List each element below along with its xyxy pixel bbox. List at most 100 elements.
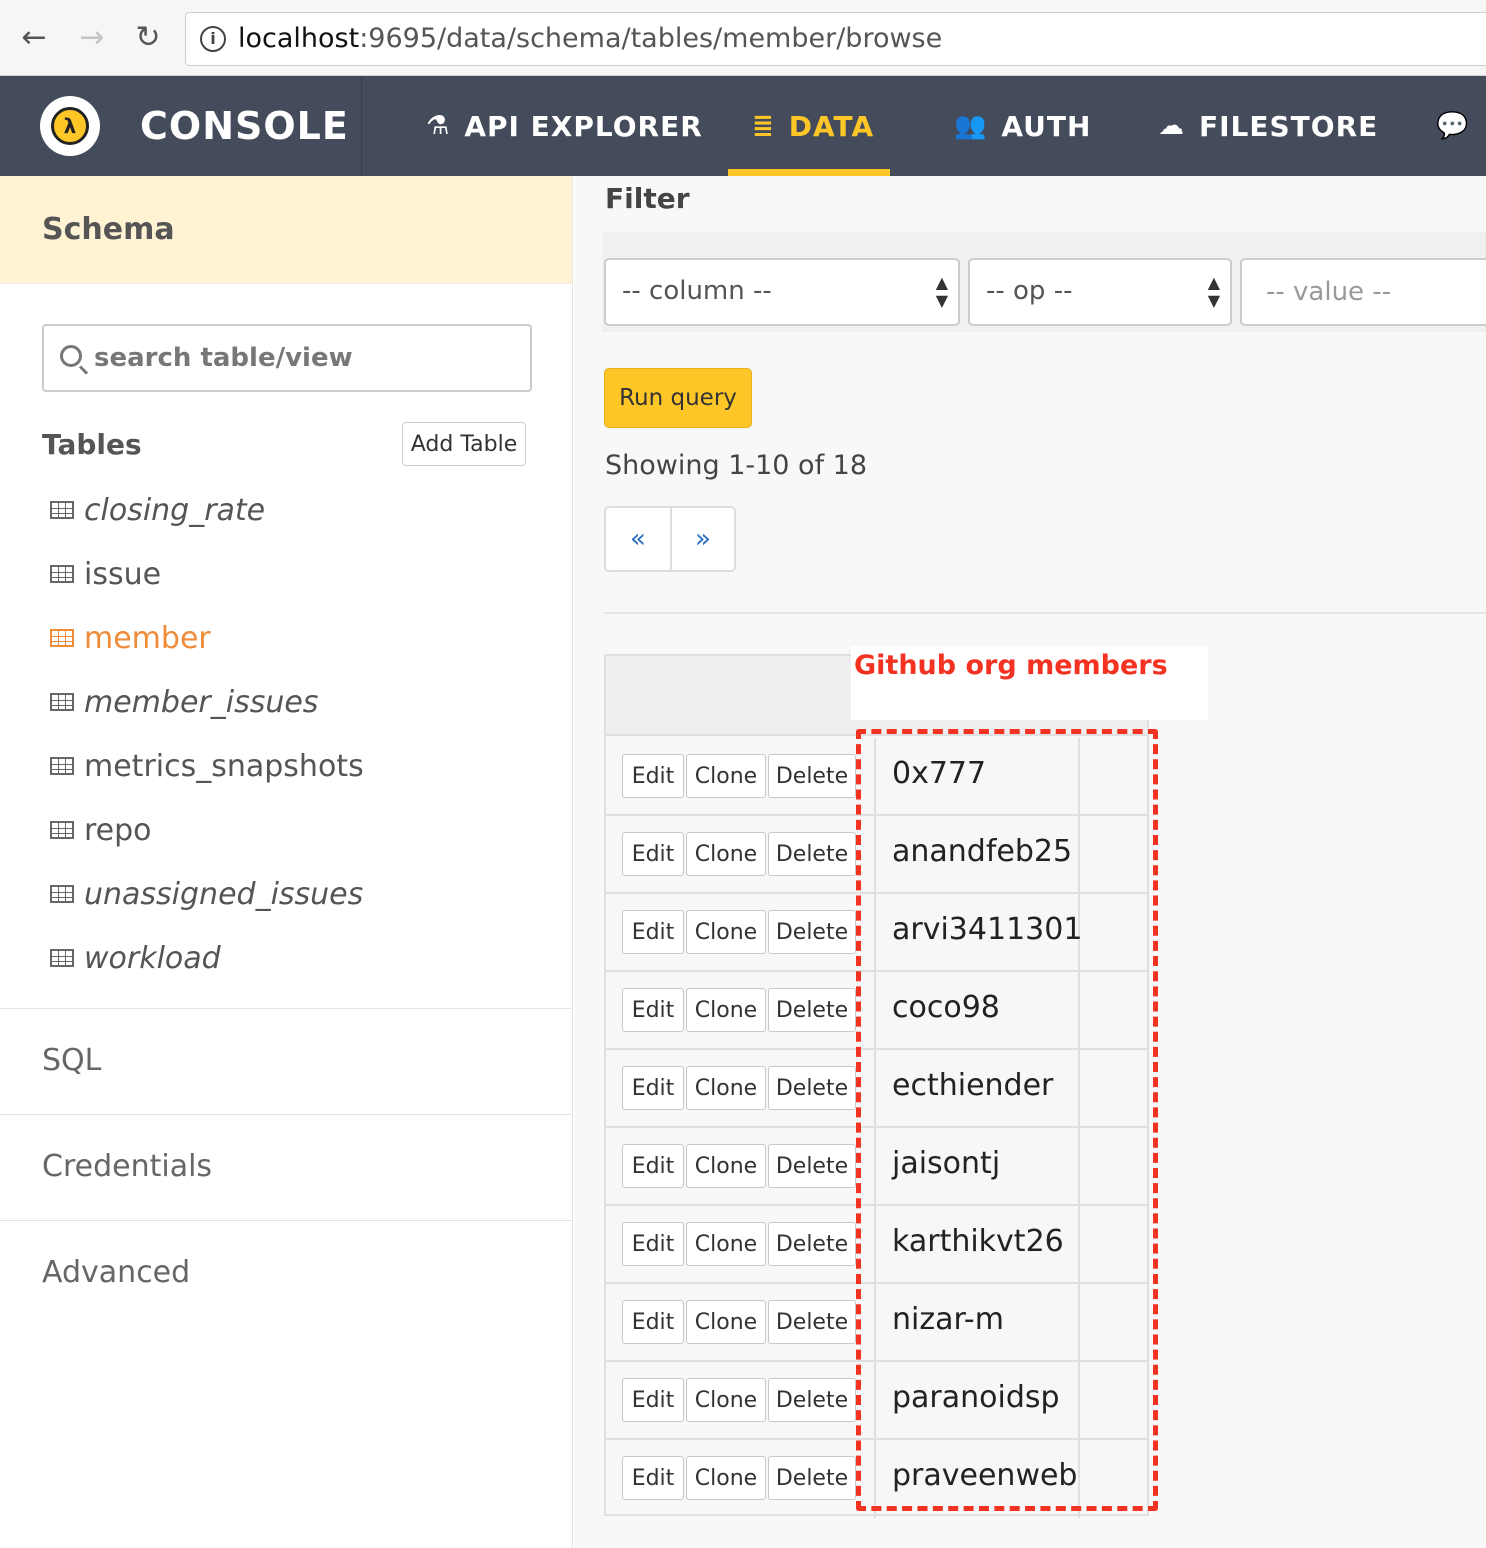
table-icon — [50, 757, 74, 775]
schema-title: Schema — [42, 212, 175, 247]
hasura-logo-icon: λ — [40, 96, 100, 156]
url-text[interactable]: localhost:9695/data/schema/tables/member… — [238, 23, 942, 54]
tables-heading: Tables — [42, 428, 142, 461]
nav-label: AUTH — [1001, 109, 1092, 143]
clone-button[interactable]: Clone — [686, 1456, 766, 1500]
edit-button[interactable]: Edit — [622, 1222, 684, 1266]
clone-button[interactable]: Clone — [686, 1222, 766, 1266]
url-host: localhost — [238, 23, 360, 54]
active-nav-underline — [728, 169, 890, 176]
nav-label: FILESTORE — [1199, 109, 1379, 143]
table-item-workload[interactable]: workload — [50, 936, 221, 980]
nav-api-explorer[interactable]: ⚗ API EXPLORER — [426, 76, 703, 176]
edit-button[interactable]: Edit — [622, 1300, 684, 1344]
op-select[interactable]: -- op -- ▲ ▼ — [968, 258, 1232, 326]
clone-button[interactable]: Clone — [686, 832, 766, 876]
table-name: member — [84, 620, 211, 656]
info-icon[interactable]: i — [200, 26, 226, 52]
add-table-button[interactable]: Add Table — [402, 422, 526, 466]
prev-page-button[interactable]: « — [606, 508, 670, 570]
edit-button[interactable]: Edit — [622, 754, 684, 798]
delete-button[interactable]: Delete — [768, 1144, 856, 1188]
next-page-button[interactable]: » — [669, 508, 734, 570]
delete-button[interactable]: Delete — [768, 1222, 856, 1266]
column-select[interactable]: -- column -- ▲ ▼ — [604, 258, 960, 326]
op-select-value: -- op -- — [986, 276, 1073, 306]
table-name: closing_rate — [84, 492, 266, 528]
url-path: :9695/data/schema/tables/member/browse — [359, 23, 943, 54]
select-arrows-icon: ▲ ▼ — [935, 273, 948, 310]
delete-button[interactable]: Delete — [768, 1300, 856, 1344]
edit-button[interactable]: Edit — [622, 832, 684, 876]
pager: « » — [604, 506, 736, 572]
address-bar[interactable]: i localhost:9695/data/schema/tables/memb… — [185, 12, 1486, 66]
table-item-member[interactable]: member — [50, 616, 211, 660]
delete-button[interactable]: Delete — [768, 1378, 856, 1422]
nav-data[interactable]: ≣ DATA — [752, 76, 874, 176]
table-icon — [50, 885, 74, 903]
browser-toolbar: ← → ↻ i localhost:9695/data/schema/table… — [0, 0, 1486, 76]
edit-button[interactable]: Edit — [622, 1378, 684, 1422]
search-icon — [60, 345, 82, 367]
sidebar-section-advanced[interactable]: Advanced — [0, 1220, 572, 1326]
column-select-value: -- column -- — [622, 276, 772, 306]
divider — [604, 612, 1486, 614]
delete-button[interactable]: Delete — [768, 1066, 856, 1110]
nav-filestore[interactable]: ☁ FILESTORE — [1158, 76, 1378, 176]
clone-button[interactable]: Clone — [686, 1300, 766, 1344]
sidebar-section-credentials[interactable]: Credentials — [0, 1114, 572, 1220]
value-input[interactable] — [1240, 258, 1486, 326]
table-item-unassigned-issues[interactable]: unassigned_issues — [50, 872, 363, 916]
delete-button[interactable]: Delete — [768, 910, 856, 954]
delete-button[interactable]: Delete — [768, 832, 856, 876]
brand-title: CONSOLE — [140, 104, 349, 148]
delete-button[interactable]: Delete — [768, 988, 856, 1032]
annotation-label: Github org members — [854, 650, 1168, 681]
search-input[interactable] — [94, 338, 524, 378]
schema-header[interactable]: Schema — [0, 176, 572, 284]
run-query-button[interactable]: Run query — [604, 368, 752, 428]
table-name: metrics_snapshots — [84, 748, 364, 784]
chat-icon[interactable]: 💬 — [1436, 76, 1469, 176]
clone-button[interactable]: Clone — [686, 1144, 766, 1188]
table-item-closing-rate[interactable]: closing_rate — [50, 488, 265, 532]
table-icon — [50, 629, 74, 647]
cloud-upload-icon: ☁ — [1158, 111, 1185, 141]
users-icon: 👥 — [954, 111, 988, 141]
clone-button[interactable]: Clone — [686, 754, 766, 798]
table-name: member_issues — [84, 684, 319, 720]
table-icon — [50, 821, 74, 839]
table-icon — [50, 693, 74, 711]
back-arrow-icon[interactable]: ← — [14, 18, 54, 58]
clone-button[interactable]: Clone — [686, 1378, 766, 1422]
edit-button[interactable]: Edit — [622, 1456, 684, 1500]
reload-icon[interactable]: ↻ — [128, 18, 168, 58]
clone-button[interactable]: Clone — [686, 1066, 766, 1110]
table-item-metrics-snapshots[interactable]: metrics_snapshots — [50, 744, 364, 788]
edit-button[interactable]: Edit — [622, 1144, 684, 1188]
section-label: SQL — [42, 1043, 102, 1078]
filter-title: Filter — [605, 182, 690, 215]
table-item-issue[interactable]: issue — [50, 552, 161, 596]
nav-auth[interactable]: 👥 AUTH — [954, 76, 1091, 176]
edit-button[interactable]: Edit — [622, 1066, 684, 1110]
flask-icon: ⚗ — [426, 111, 451, 141]
select-arrows-icon: ▲ ▼ — [1207, 273, 1220, 310]
sidebar-section-sql[interactable]: SQL — [0, 1008, 572, 1114]
table-name: unassigned_issues — [84, 876, 364, 912]
table-name: workload — [84, 940, 221, 976]
table-icon — [50, 565, 74, 583]
edit-button[interactable]: Edit — [622, 988, 684, 1032]
table-item-repo[interactable]: repo — [50, 808, 152, 852]
forward-arrow-icon[interactable]: → — [72, 18, 112, 58]
clone-button[interactable]: Clone — [686, 988, 766, 1032]
delete-button[interactable]: Delete — [768, 754, 856, 798]
section-label: Advanced — [42, 1255, 191, 1290]
app-header: λ CONSOLE ⚗ API EXPLORER ≣ DATA 👥 AUTH ☁… — [0, 76, 1486, 176]
search-box[interactable] — [42, 324, 532, 392]
delete-button[interactable]: Delete — [768, 1456, 856, 1500]
edit-button[interactable]: Edit — [622, 910, 684, 954]
brand-area[interactable]: λ CONSOLE — [0, 76, 362, 176]
table-item-member-issues[interactable]: member_issues — [50, 680, 318, 724]
clone-button[interactable]: Clone — [686, 910, 766, 954]
